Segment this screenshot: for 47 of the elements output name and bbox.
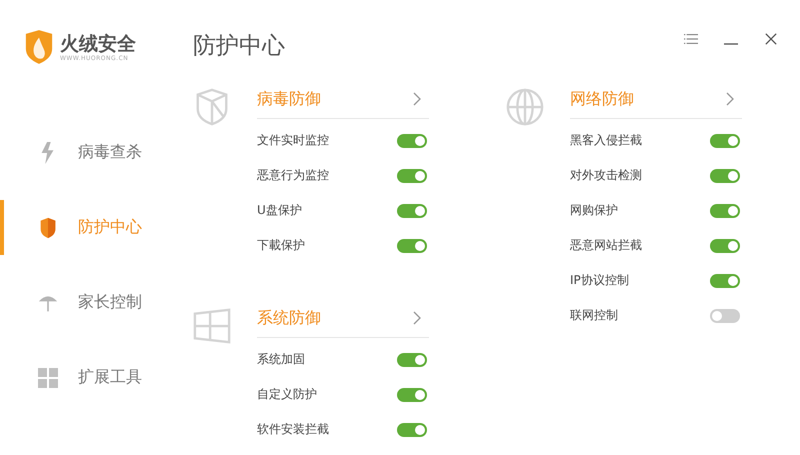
setting-label: 软件安装拦截 [257, 421, 329, 438]
chevron-icon [413, 92, 421, 106]
shield-icon [38, 216, 58, 238]
chevron-icon [413, 311, 421, 325]
setting-label: 联网控制 [570, 307, 618, 324]
close-icon[interactable] [764, 33, 778, 45]
toggle-switch[interactable] [710, 308, 740, 322]
section-header[interactable]: 病毒防御 [257, 86, 429, 119]
setting-label: U盘保护 [257, 202, 302, 219]
setting-label: 文件实时监控 [257, 132, 329, 149]
globe-icon [506, 88, 544, 126]
setting-label: 恶意网站拦截 [570, 237, 642, 254]
app-name: 火绒安全 [60, 32, 136, 54]
toggle-switch[interactable] [397, 168, 427, 182]
toggle-switch[interactable] [397, 388, 427, 402]
setting-label: 恶意行为监控 [257, 167, 329, 184]
setting-label: 黑客入侵拦截 [570, 132, 642, 149]
sidebar-item[interactable]: 家长控制 [38, 292, 142, 314]
toggle-switch[interactable] [397, 134, 427, 148]
window-icon [193, 307, 231, 345]
toggle-switch[interactable] [397, 422, 427, 436]
sidebar-item[interactable]: 防护中心 [38, 216, 142, 238]
toggle-switch[interactable] [710, 134, 740, 148]
setting-label: IP协议控制 [570, 272, 629, 289]
setting-label: 对外攻击检测 [570, 167, 642, 184]
toggle-switch[interactable] [397, 238, 427, 252]
setting-label: 自定义防护 [257, 386, 317, 403]
toggle-switch[interactable] [710, 204, 740, 218]
setting-label: 下載保护 [257, 237, 305, 254]
logo-icon [24, 30, 54, 64]
chevron-icon [726, 92, 734, 106]
toggle-switch[interactable] [710, 238, 740, 252]
toggle-switch[interactable] [710, 274, 740, 288]
menu-icon[interactable] [684, 33, 698, 45]
toggle-switch[interactable] [710, 168, 740, 182]
toggle-switch[interactable] [397, 204, 427, 218]
section-header[interactable]: 系统防御 [257, 305, 429, 338]
sidebar-item[interactable]: 病毒查杀 [38, 142, 142, 164]
toggle-switch[interactable] [397, 352, 427, 366]
minimize-icon[interactable] [724, 43, 738, 45]
page-title: 防护中心 [193, 32, 285, 61]
section-header[interactable]: 网络防御 [570, 86, 742, 119]
setting-label: 系统加固 [257, 351, 305, 368]
setting-label: 网购保护 [570, 202, 618, 219]
active-indicator [0, 200, 4, 255]
sidebar-item[interactable]: 扩展工具 [38, 366, 142, 388]
grid-icon [38, 366, 58, 388]
